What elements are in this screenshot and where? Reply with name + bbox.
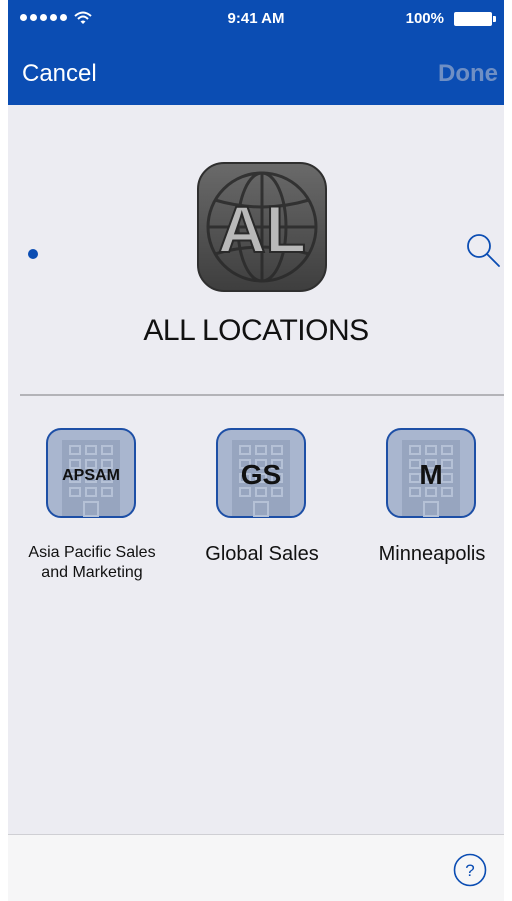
done-button[interactable]: Done [438,60,498,88]
status-bar: 9:41 AM 100% [8,0,504,38]
bottom-toolbar: ? [8,834,504,901]
all-locations-label: ALL LOCATIONS [143,314,369,347]
page-indicator-dot [28,249,38,259]
building-icon: APSAM [46,428,136,518]
cancel-button[interactable]: Cancel [22,60,97,88]
building-icon: GS [216,428,306,518]
help-icon[interactable]: ? [453,853,487,887]
app-screen: 9:41 AM 100% Cancel Done AL ALL LOCATION… [8,0,504,901]
svg-text:?: ? [465,861,474,880]
search-icon[interactable] [463,230,503,270]
battery-percentage: 100% [405,10,444,27]
location-code: APSAM [62,467,120,484]
location-code: M [419,459,442,490]
building-icon: M [386,428,476,518]
divider [20,394,504,396]
navigation-bar: 9:41 AM 100% Cancel Done [8,0,504,105]
all-locations-globe-icon[interactable]: AL [197,162,327,292]
location-name: Global Sales [205,543,319,565]
location-code: GS [241,459,281,490]
battery-icon [454,12,498,26]
hero-badge-text: AL [218,192,306,266]
location-name: Minneapolis [378,543,486,565]
location-name: Asia Pacific Sales and Marketing [28,544,156,581]
